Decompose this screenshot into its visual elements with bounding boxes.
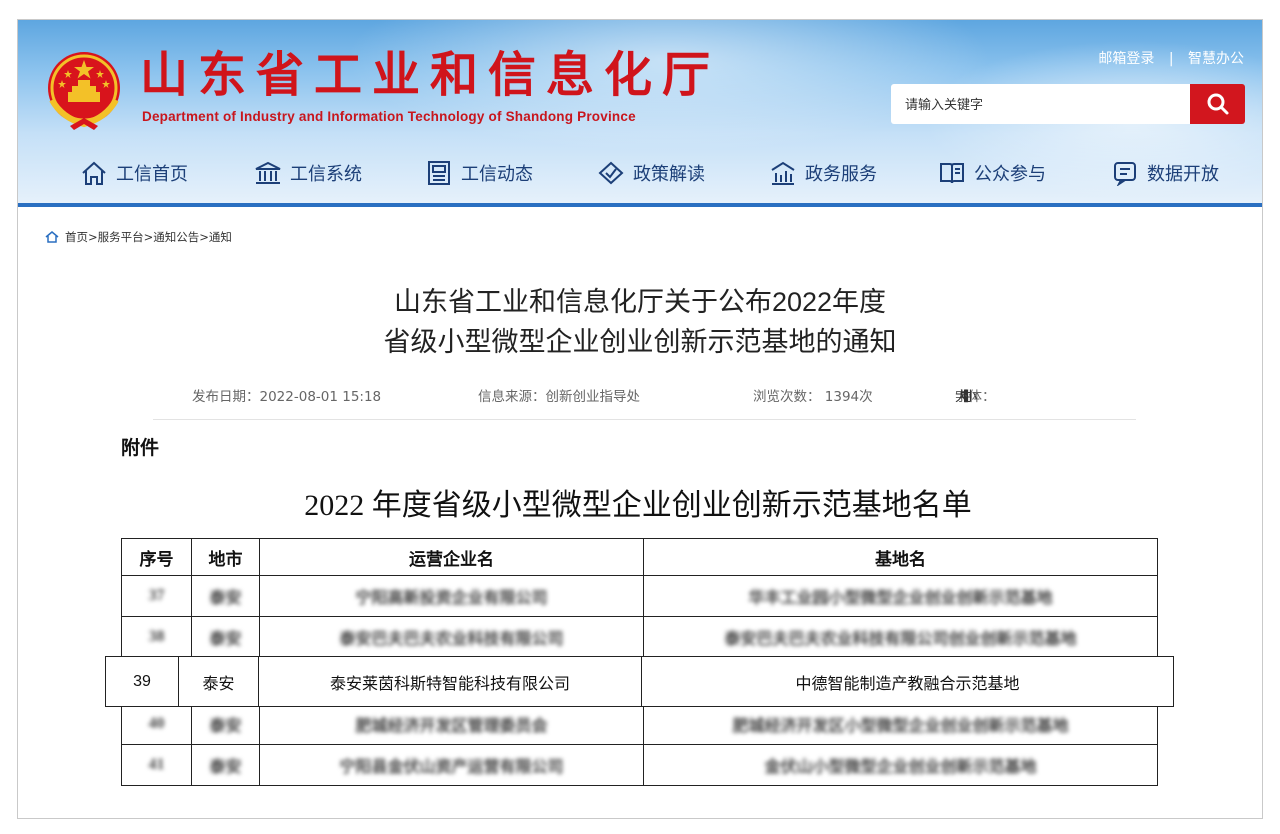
- top-links: 邮箱登录 | 智慧办公: [1098, 48, 1244, 68]
- table-cell: 泰安: [191, 744, 260, 786]
- table-cell: 泰安: [179, 657, 259, 706]
- search-box: [891, 84, 1245, 124]
- table-cell: 宁阳高新投资企业有限公司: [259, 575, 644, 617]
- table-cell: 泰安莱茵科斯特智能科技有限公司: [259, 657, 642, 706]
- column-header: 运营企业名: [259, 538, 644, 576]
- publish-date: 发布日期：2022-08-01 15:18: [192, 389, 382, 405]
- search-icon: [1207, 93, 1228, 115]
- column-header: 基地名: [643, 538, 1158, 576]
- national-emblem-icon: [48, 52, 120, 130]
- table-cell: 华丰工业园小型微型企业创业创新示范基地: [643, 575, 1158, 617]
- table-header-row: 序号 地市 运营企业名 基地名: [121, 538, 1158, 576]
- table-cell: 金伏山小型微型企业创业创新示范基地: [643, 744, 1158, 786]
- nav-label: 工信动态: [461, 164, 533, 184]
- header-divider: [18, 203, 1262, 207]
- nav-item-system[interactable]: 工信系统: [254, 158, 362, 188]
- table-cell: 40: [121, 703, 192, 745]
- table-row: 41 泰安 宁阳县金伏山资产运营有限公司 金伏山小型微型企业创业创新示范基地: [121, 744, 1158, 786]
- data-icon: [1111, 159, 1139, 187]
- nav-item-data[interactable]: 数据开放: [1111, 158, 1219, 188]
- nav-item-participation[interactable]: 公众参与: [938, 158, 1046, 188]
- table-row: 37 泰安 宁阳高新投资企业有限公司 华丰工业园小型微型企业创业创新示范基地: [121, 575, 1158, 617]
- nav-item-news[interactable]: 工信动态: [425, 158, 533, 188]
- nav-label: 公众参与: [974, 164, 1046, 184]
- view-count: 浏览次数： 1394次: [753, 389, 873, 405]
- column-header: 地市: [191, 538, 260, 576]
- table-cell: 泰安: [191, 616, 260, 658]
- site-header: 山东省工业和信息化厅 Department of Industry and In…: [18, 20, 1262, 204]
- nav-label: 数据开放: [1147, 164, 1219, 184]
- meta-divider: [153, 419, 1136, 420]
- info-source: 信息来源：创新创业指导处: [478, 389, 640, 405]
- highlighted-table-row: 39 泰安 泰安莱茵科斯特智能科技有限公司 中德智能制造产教融合示范基地: [105, 656, 1174, 707]
- search-button[interactable]: [1190, 84, 1245, 124]
- nav-label: 政策解读: [633, 164, 705, 184]
- site-title: 山东省工业和信息化厅: [140, 47, 721, 103]
- table-cell: 肥城经济开发区管理委员会: [259, 703, 644, 745]
- table-cell: 肥城经济开发区小型微型企业创业创新示范基地: [643, 703, 1158, 745]
- table-cell: 37: [121, 575, 192, 617]
- policy-icon: [597, 159, 625, 187]
- nav-item-policy[interactable]: 政策解读: [597, 158, 705, 188]
- article-title: 山东省工业和信息化厅关于公布2022年度 省级小型微型企业创业创新示范基地的通知: [18, 282, 1262, 362]
- main-nav: 工信首页 工信系统 工信动态 政策解读 政务服务 公众参与 数据开放: [18, 150, 1262, 196]
- breadcrumb-path[interactable]: 首页>服务平台>通知公告>通知: [65, 229, 232, 245]
- government-building-icon: [254, 159, 282, 187]
- table-row: 38 泰安 泰安巴夫巴夫农业科技有限公司 泰安巴夫巴夫农业科技有限公司创业创新示…: [121, 616, 1158, 658]
- mail-login-link[interactable]: 邮箱登录: [1098, 51, 1154, 67]
- table-cell: 泰安巴夫巴夫农业科技有限公司创业创新示范基地: [643, 616, 1158, 658]
- breadcrumb: 首页>服务平台>通知公告>通知: [45, 229, 232, 245]
- table-row: 40 泰安 肥城经济开发区管理委员会 肥城经济开发区小型微型企业创业创新示范基地: [121, 703, 1158, 745]
- nav-item-service[interactable]: 政务服务: [769, 158, 877, 188]
- smart-office-link[interactable]: 智慧办公: [1188, 51, 1244, 67]
- table-cell: 泰安巴夫巴夫农业科技有限公司: [259, 616, 644, 658]
- table-cell: 39: [106, 657, 179, 706]
- font-size-control: 字体：【大 中 小】: [955, 385, 996, 405]
- column-header: 序号: [121, 538, 192, 576]
- home-icon: [80, 159, 108, 187]
- link-separator: |: [1168, 51, 1174, 67]
- table-cell: 41: [121, 744, 192, 786]
- list-title: 2022 年度省级小型微型企业创业创新示范基地名单: [304, 489, 972, 522]
- search-input[interactable]: [891, 84, 1191, 124]
- article-title-line-2: 省级小型微型企业创业创新示范基地的通知: [383, 327, 897, 357]
- service-icon: [769, 159, 797, 187]
- page-frame: 山东省工业和信息化厅 Department of Industry and In…: [17, 19, 1263, 819]
- home-icon: [45, 231, 59, 243]
- nav-label: 政务服务: [805, 164, 877, 184]
- nav-label: 工信系统: [290, 164, 362, 184]
- nav-item-home[interactable]: 工信首页: [80, 158, 188, 188]
- news-icon: [425, 159, 453, 187]
- participation-icon: [938, 159, 966, 187]
- article-title-line-1: 山东省工业和信息化厅关于公布2022年度: [393, 287, 887, 317]
- table-cell: 泰安: [191, 703, 260, 745]
- table-cell: 宁阳县金伏山资产运营有限公司: [259, 744, 644, 786]
- bracket-close: 】: [963, 389, 978, 405]
- table-cell: 中德智能制造产教融合示范基地: [795, 675, 1020, 693]
- site-subtitle: Department of Industry and Information T…: [142, 109, 636, 124]
- attachment-label: 附件: [121, 437, 160, 459]
- table-cell: 38: [121, 616, 192, 658]
- table-cell: 泰安: [191, 575, 260, 617]
- nav-label: 工信首页: [116, 164, 188, 184]
